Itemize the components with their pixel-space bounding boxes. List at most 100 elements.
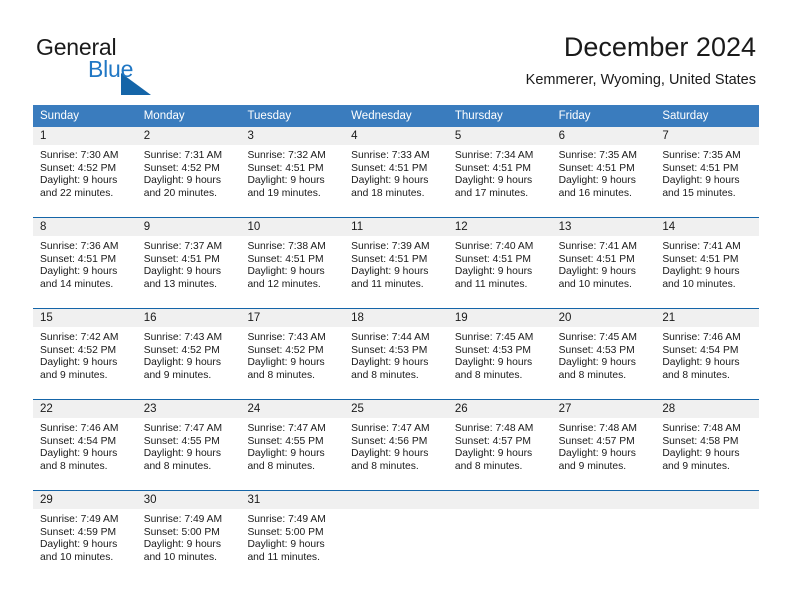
- day-cell[interactable]: 20 Sunrise: 7:45 AM Sunset: 4:53 PM Dayl…: [551, 309, 656, 399]
- calendar-grid: Sunday Monday Tuesday Wednesday Thursday…: [33, 105, 760, 581]
- day-number: 26: [447, 400, 552, 418]
- day-number: 21: [655, 309, 760, 327]
- sunrise-text: Sunrise: 7:46 AM: [40, 423, 119, 434]
- day-cell[interactable]: 16 Sunrise: 7:43 AM Sunset: 4:52 PM Dayl…: [136, 309, 241, 399]
- day-cell[interactable]: 28 Sunrise: 7:48 AM Sunset: 4:58 PM Dayl…: [655, 400, 760, 490]
- day-details: Sunrise: 7:43 AM Sunset: 4:52 PM Dayligh…: [137, 327, 241, 383]
- daylight-text-line1: Daylight: 9 hours: [143, 266, 221, 278]
- day-number: 29: [33, 491, 137, 509]
- day-cell[interactable]: 25 Sunrise: 7:47 AM Sunset: 4:56 PM Dayl…: [344, 400, 448, 490]
- day-cell[interactable]: 8 Sunrise: 7:36 AM Sunset: 4:51 PM Dayli…: [33, 218, 137, 308]
- day-cell[interactable]: 27 Sunrise: 7:48 AM Sunset: 4:57 PM Dayl…: [551, 400, 656, 490]
- weekday-header-row: Sunday Monday Tuesday Wednesday Thursday…: [33, 105, 759, 127]
- day-cell[interactable]: 31 Sunrise: 7:49 AM Sunset: 5:00 PM Dayl…: [240, 491, 345, 581]
- sunset-text: Sunset: 5:00 PM: [143, 526, 220, 538]
- daylight-text-line2: and 10 minutes.: [558, 279, 632, 291]
- day-cell[interactable]: 24 Sunrise: 7:47 AM Sunset: 4:55 PM Dayl…: [240, 400, 345, 490]
- day-cell[interactable]: 2 Sunrise: 7:31 AM Sunset: 4:52 PM Dayli…: [136, 127, 241, 217]
- day-cell[interactable]: 1 Sunrise: 7:30 AM Sunset: 4:52 PM Dayli…: [33, 127, 137, 217]
- day-details: Sunrise: 7:31 AM Sunset: 4:52 PM Dayligh…: [137, 145, 241, 201]
- sunset-text: Sunset: 4:55 PM: [247, 435, 324, 447]
- sunset-text: Sunset: 4:51 PM: [454, 253, 532, 265]
- day-cell[interactable]: 12 Sunrise: 7:40 AM Sunset: 4:51 PM Dayl…: [447, 218, 552, 308]
- day-cell[interactable]: 21 Sunrise: 7:46 AM Sunset: 4:54 PM Dayl…: [655, 309, 760, 399]
- daylight-text-line1: Daylight: 9 hours: [662, 266, 740, 278]
- sunrise-text: Sunrise: 7:49 AM: [143, 514, 223, 525]
- sunrise-text: Sunrise: 7:37 AM: [143, 241, 223, 252]
- day-cell[interactable]: 14 Sunrise: 7:41 AM Sunset: 4:51 PM Dayl…: [655, 218, 760, 308]
- day-cell[interactable]: 9 Sunrise: 7:37 AM Sunset: 4:51 PM Dayli…: [136, 218, 241, 308]
- day-cell-empty: [447, 491, 552, 581]
- day-cell[interactable]: 26 Sunrise: 7:48 AM Sunset: 4:57 PM Dayl…: [447, 400, 552, 490]
- title-block: December 2024 Kemmerer, Wyoming, United …: [526, 30, 756, 90]
- daylight-text-line1: Daylight: 9 hours: [40, 448, 118, 460]
- daylight-text-line1: Daylight: 9 hours: [247, 266, 325, 278]
- daylight-text-line1: Daylight: 9 hours: [454, 448, 533, 460]
- day-cell[interactable]: 10 Sunrise: 7:38 AM Sunset: 4:51 PM Dayl…: [240, 218, 345, 308]
- daylight-text-line2: and 8 minutes.: [454, 370, 523, 382]
- sunrise-text: Sunrise: 7:45 AM: [454, 332, 534, 343]
- sunrise-text: Sunrise: 7:33 AM: [351, 150, 430, 161]
- day-cell[interactable]: 19 Sunrise: 7:45 AM Sunset: 4:53 PM Dayl…: [447, 309, 552, 399]
- sunset-text: Sunset: 4:52 PM: [143, 344, 220, 356]
- day-cell[interactable]: 11 Sunrise: 7:39 AM Sunset: 4:51 PM Dayl…: [344, 218, 448, 308]
- day-details: Sunrise: 7:32 AM Sunset: 4:51 PM Dayligh…: [240, 145, 344, 201]
- daylight-text-line2: and 17 minutes.: [454, 188, 529, 200]
- sunrise-text: Sunrise: 7:48 AM: [558, 423, 638, 434]
- day-cell[interactable]: 22 Sunrise: 7:46 AM Sunset: 4:54 PM Dayl…: [33, 400, 137, 490]
- daylight-text-line2: and 9 minutes.: [143, 370, 212, 382]
- weekday-header-monday: Monday: [143, 110, 185, 122]
- sunset-text: Sunset: 4:52 PM: [40, 162, 117, 174]
- day-details: Sunrise: 7:39 AM Sunset: 4:51 PM Dayligh…: [344, 236, 448, 292]
- sunset-text: Sunset: 4:51 PM: [558, 253, 635, 265]
- weekday-header-tuesday: Tuesday: [247, 110, 292, 122]
- daylight-text-line2: and 20 minutes.: [143, 188, 217, 200]
- sunset-text: Sunset: 4:57 PM: [558, 435, 635, 447]
- day-cell[interactable]: 23 Sunrise: 7:47 AM Sunset: 4:55 PM Dayl…: [136, 400, 241, 490]
- sunset-text: Sunset: 4:51 PM: [662, 162, 739, 174]
- daylight-text-line1: Daylight: 9 hours: [143, 357, 221, 369]
- day-cell[interactable]: 3 Sunrise: 7:32 AM Sunset: 4:51 PM Dayli…: [240, 127, 345, 217]
- day-cell[interactable]: 5 Sunrise: 7:34 AM Sunset: 4:51 PM Dayli…: [447, 127, 552, 217]
- daylight-text-line1: Daylight: 9 hours: [558, 357, 636, 369]
- day-number: 24: [240, 400, 345, 418]
- day-cell[interactable]: 17 Sunrise: 7:43 AM Sunset: 4:52 PM Dayl…: [240, 309, 345, 399]
- daylight-text-line2: and 8 minutes.: [454, 461, 523, 473]
- day-number: 19: [447, 309, 552, 327]
- daylight-text-line2: and 8 minutes.: [143, 461, 212, 473]
- day-cell[interactable]: 4 Sunrise: 7:33 AM Sunset: 4:51 PM Dayli…: [344, 127, 448, 217]
- day-cell[interactable]: 30 Sunrise: 7:49 AM Sunset: 5:00 PM Dayl…: [136, 491, 241, 581]
- daylight-text-line1: Daylight: 9 hours: [662, 448, 740, 460]
- sunrise-text: Sunrise: 7:47 AM: [351, 423, 430, 434]
- daylight-text-line2: and 9 minutes.: [558, 461, 627, 473]
- general-blue-logo[interactable]: General Blue: [36, 34, 176, 95]
- day-cell[interactable]: 15 Sunrise: 7:42 AM Sunset: 4:52 PM Dayl…: [33, 309, 137, 399]
- sunset-text: Sunset: 4:56 PM: [351, 435, 428, 447]
- day-cell-empty: [655, 491, 760, 581]
- day-number: 3: [240, 127, 345, 145]
- day-cell[interactable]: 13 Sunrise: 7:41 AM Sunset: 4:51 PM Dayl…: [551, 218, 656, 308]
- daylight-text-line1: Daylight: 9 hours: [351, 357, 429, 369]
- day-number: 6: [551, 127, 656, 145]
- sunrise-text: Sunrise: 7:43 AM: [247, 332, 326, 343]
- sunset-text: Sunset: 4:51 PM: [351, 162, 428, 174]
- daylight-text-line1: Daylight: 9 hours: [143, 539, 221, 551]
- sunrise-text: Sunrise: 7:44 AM: [351, 332, 430, 343]
- day-cell[interactable]: 7 Sunrise: 7:35 AM Sunset: 4:51 PM Dayli…: [655, 127, 760, 217]
- day-cell[interactable]: 18 Sunrise: 7:44 AM Sunset: 4:53 PM Dayl…: [344, 309, 448, 399]
- sunset-text: Sunset: 4:52 PM: [40, 344, 117, 356]
- day-details: Sunrise: 7:42 AM Sunset: 4:52 PM Dayligh…: [33, 327, 137, 383]
- day-number: 17: [240, 309, 345, 327]
- sunrise-text: Sunrise: 7:49 AM: [247, 514, 326, 525]
- week-row: 1 Sunrise: 7:30 AM Sunset: 4:52 PM Dayli…: [33, 127, 760, 217]
- sunset-text: Sunset: 4:58 PM: [662, 435, 739, 447]
- sunset-text: Sunset: 4:51 PM: [662, 253, 739, 265]
- daylight-text-line1: Daylight: 9 hours: [558, 266, 636, 278]
- sunrise-text: Sunrise: 7:36 AM: [40, 241, 119, 252]
- sunrise-text: Sunrise: 7:47 AM: [143, 423, 223, 434]
- daylight-text-line1: Daylight: 9 hours: [247, 539, 325, 551]
- daylight-text-line1: Daylight: 9 hours: [454, 175, 533, 187]
- sunset-text: Sunset: 4:53 PM: [351, 344, 428, 356]
- day-cell[interactable]: 29 Sunrise: 7:49 AM Sunset: 4:59 PM Dayl…: [33, 491, 137, 581]
- day-cell[interactable]: 6 Sunrise: 7:35 AM Sunset: 4:51 PM Dayli…: [551, 127, 656, 217]
